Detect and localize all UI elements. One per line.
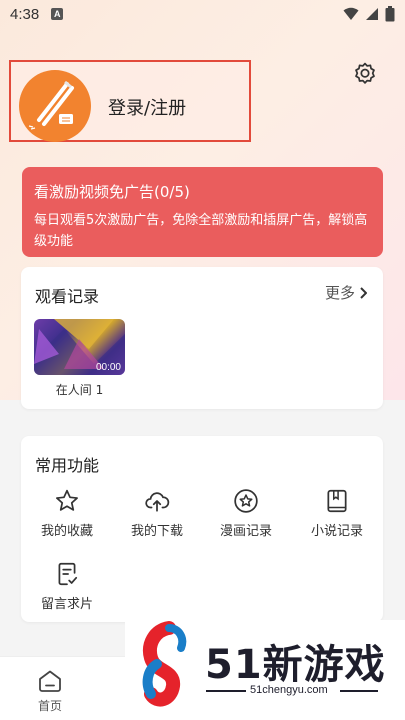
tab-home[interactable]: 首页: [22, 669, 78, 714]
status-bar: 4:38 A: [0, 0, 405, 28]
notification-icon: A: [51, 8, 64, 20]
request-movie-button[interactable]: 留言求片: [27, 561, 107, 612]
note-icon: [58, 562, 78, 586]
signal-icon: [366, 8, 378, 20]
request-movie-label: 留言求片: [40, 597, 93, 612]
common-functions-card: 常用功能 我的收藏 我的下载 漫画记录 小说记录 留言求片: [21, 436, 383, 622]
tab-home-label: 首页: [37, 699, 62, 713]
watermark-name: 51新游戏: [205, 642, 386, 688]
watermark-url: 51chengyu.com: [250, 684, 328, 696]
watermark-logo-icon: [142, 621, 187, 707]
avatar[interactable]: [19, 70, 91, 142]
comic-history-label: 漫画记录: [219, 524, 272, 539]
watermark-line-left: [206, 690, 246, 692]
login-register-link[interactable]: 登录/注册: [108, 94, 186, 120]
favorites-button[interactable]: 我的收藏: [27, 488, 107, 539]
common-functions-title: 常用功能: [35, 456, 100, 475]
star-circle-icon: [234, 489, 258, 513]
battery-icon: [385, 6, 395, 22]
settings-gear-icon[interactable]: [352, 60, 378, 86]
novel-history-label: 小说记录: [310, 524, 363, 539]
video-duration: 00:00: [95, 362, 121, 373]
favorites-label: 我的收藏: [40, 524, 93, 539]
downloads-button[interactable]: 我的下载: [117, 488, 197, 539]
wifi-icon: [343, 7, 359, 20]
history-item-title[interactable]: 在人间 1: [34, 381, 125, 398]
star-icon: [56, 489, 78, 511]
more-label: 更多: [324, 284, 355, 302]
promo-description: 每日观看5次激励广告，免除全部激励和插屏广告，解锁高级功能: [34, 213, 368, 249]
avatar-illustration-icon: [28, 80, 74, 130]
comic-history-button[interactable]: 漫画记录: [206, 488, 286, 539]
status-time: 4:38: [10, 5, 40, 23]
downloads-label: 我的下载: [130, 524, 183, 539]
home-icon: [39, 670, 61, 692]
reward-ad-banner[interactable]: 看激励视频免广告(0/5) 每日观看5次激励广告，免除全部激励和插屏广告，解锁高…: [22, 167, 383, 257]
cloud-upload-icon: [145, 492, 170, 512]
more-link[interactable]: 更多: [325, 282, 367, 303]
history-thumbnail[interactable]: 00:00: [34, 319, 125, 375]
user-login-area[interactable]: 登录/注册: [9, 60, 251, 142]
novel-history-button[interactable]: 小说记录: [297, 488, 377, 539]
watch-history-card: 观看记录 更多 00:00 在人间 1: [21, 267, 383, 409]
book-icon: [327, 489, 347, 513]
watermark-line-right: [340, 690, 378, 692]
watch-history-title: 观看记录: [35, 287, 100, 306]
chevron-right-icon: [360, 286, 367, 299]
promo-title: 看激励视频免广告(0/5): [34, 183, 190, 201]
